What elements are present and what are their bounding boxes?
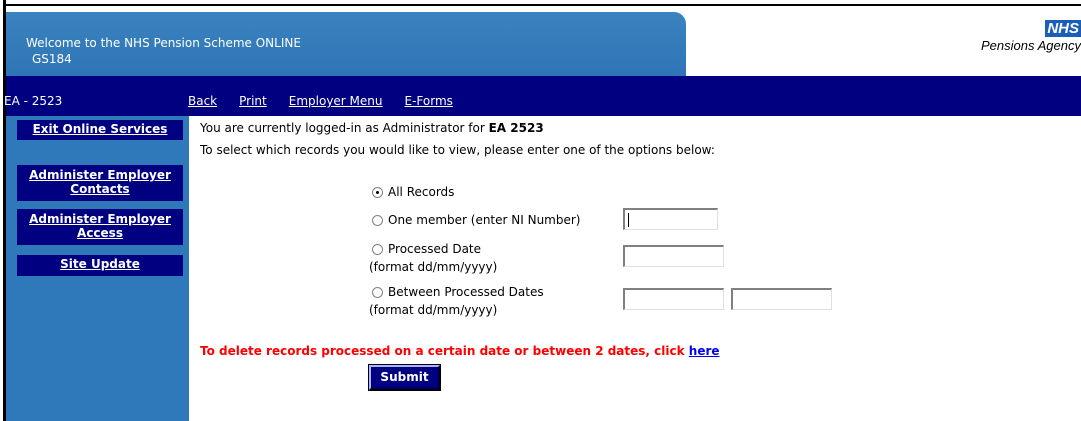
sidebar-item-site-update[interactable]: Site Update <box>17 255 183 276</box>
login-status: You are currently logged-in as Administr… <box>200 121 544 135</box>
between-dates-format: (format dd/mm/yyyy) <box>369 303 498 317</box>
from-date-input[interactable] <box>623 288 724 310</box>
employer-code: EA - 2523 <box>4 94 63 108</box>
option-processed-date[interactable]: Processed Date <box>372 242 481 256</box>
option-label: All Records <box>388 185 455 199</box>
option-label: One member (enter NI Number) <box>388 213 581 227</box>
to-date-input[interactable] <box>731 288 832 310</box>
submit-button[interactable]: Submit <box>368 364 441 391</box>
radio-one-member[interactable] <box>372 214 383 226</box>
nav-link-print[interactable]: Print <box>239 94 267 108</box>
delete-records-notice: To delete records processed on a certain… <box>200 344 720 358</box>
sidebar-item-administer-employer-access[interactable]: Administer Employer Access <box>17 209 183 245</box>
option-one-member[interactable]: One member (enter NI Number) <box>372 213 580 227</box>
window-top-border <box>6 0 1081 6</box>
option-all-records[interactable]: All Records <box>372 185 454 199</box>
delete-records-text: To delete records processed on a certain… <box>200 344 689 358</box>
login-employer: EA 2523 <box>488 121 544 135</box>
nhs-logo: NHS Pensions Agency <box>941 20 1081 70</box>
ni-number-input[interactable] <box>623 208 718 230</box>
option-label: Processed Date <box>388 242 482 256</box>
nav-link-back[interactable]: Back <box>188 94 217 108</box>
text-cursor <box>628 213 629 227</box>
sidebar-item-exit-online-services[interactable]: Exit Online Services <box>17 120 183 140</box>
delete-records-link[interactable]: here <box>689 344 720 358</box>
radio-all-records[interactable] <box>372 186 383 198</box>
processed-date-format: (format dd/mm/yyyy) <box>369 260 498 274</box>
processed-date-input[interactable] <box>623 245 724 267</box>
login-status-prefix: You are currently logged-in as Administr… <box>200 121 489 135</box>
pensions-agency-label: Pensions Agency <box>981 38 1081 53</box>
instruction-text: To select which records you would like t… <box>200 143 715 157</box>
option-between-dates[interactable]: Between Processed Dates <box>372 285 544 299</box>
sidebar: Exit Online Services Administer Employer… <box>6 116 189 421</box>
nav-link-employer-menu[interactable]: Employer Menu <box>289 94 383 108</box>
nhs-logo-mark: NHS <box>1045 20 1081 37</box>
header-code: GS184 <box>32 52 72 66</box>
nav-links: Back Print Employer Menu E-Forms <box>188 94 475 108</box>
header-title: Welcome to the NHS Pension Scheme ONLINE <box>26 36 301 50</box>
option-label: Between Processed Dates <box>388 285 544 299</box>
nav-link-e-forms[interactable]: E-Forms <box>405 94 453 108</box>
radio-between-dates[interactable] <box>372 286 383 298</box>
radio-processed-date[interactable] <box>372 243 383 255</box>
sidebar-item-administer-employer-contacts[interactable]: Administer Employer Contacts <box>17 165 183 201</box>
header-banner: Welcome to the NHS Pension Scheme ONLINE… <box>6 12 686 76</box>
top-navbar <box>6 76 1081 116</box>
